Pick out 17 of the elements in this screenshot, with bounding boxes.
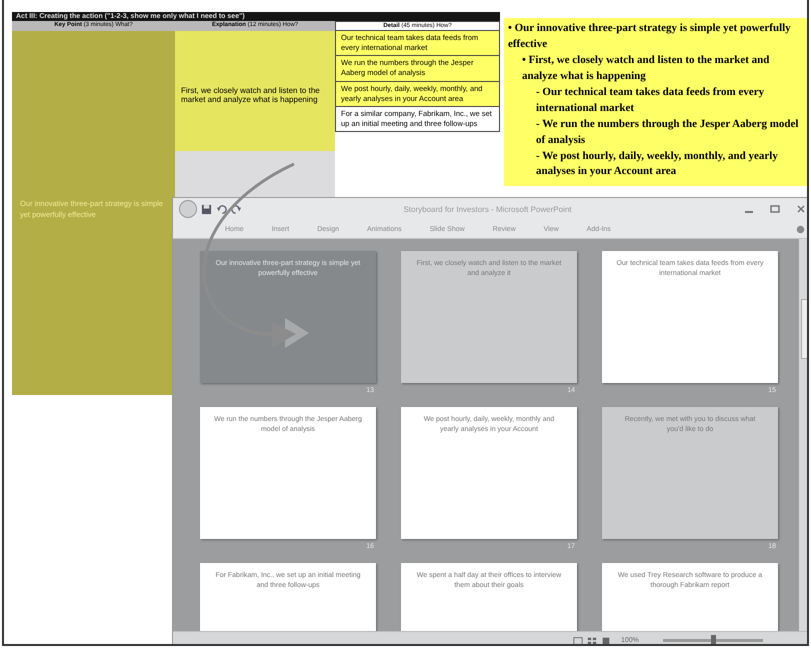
bullet-text: - We post hourly, daily, weekly, monthly, and yearly analyses in your Account area [535, 148, 779, 180]
maximize-icon[interactable] [769, 203, 781, 215]
slide-sorter-icon[interactable] [587, 636, 597, 644]
redo-icon[interactable] [231, 204, 242, 214]
undo-icon[interactable] [216, 204, 227, 214]
explanation-cell: First, we closely watch and listen to the market and analyze what is happening [175, 31, 335, 151]
window-title: Storyboard for Investors - Microsoft PowerPoint [402, 204, 573, 214]
close-icon[interactable] [795, 203, 807, 215]
slideshow-icon[interactable] [601, 636, 611, 644]
bullet-text: - Our technical team takes data feeds from every international market [535, 84, 766, 116]
bullet-text: • Our innovative three-part strategy is simple yet powerfully effective [508, 21, 792, 52]
save-icon[interactable] [201, 204, 212, 214]
help-icon[interactable] [796, 224, 805, 234]
bullet-text: - We run the numbers through the Jesper Aaberg model of analysis [535, 116, 800, 148]
zoom-slider[interactable] [710, 635, 716, 644]
bullet-text: • First, we closely watch and listen to the market and analyze what is happening [521, 52, 770, 84]
normal-view-icon[interactable] [573, 636, 583, 644]
